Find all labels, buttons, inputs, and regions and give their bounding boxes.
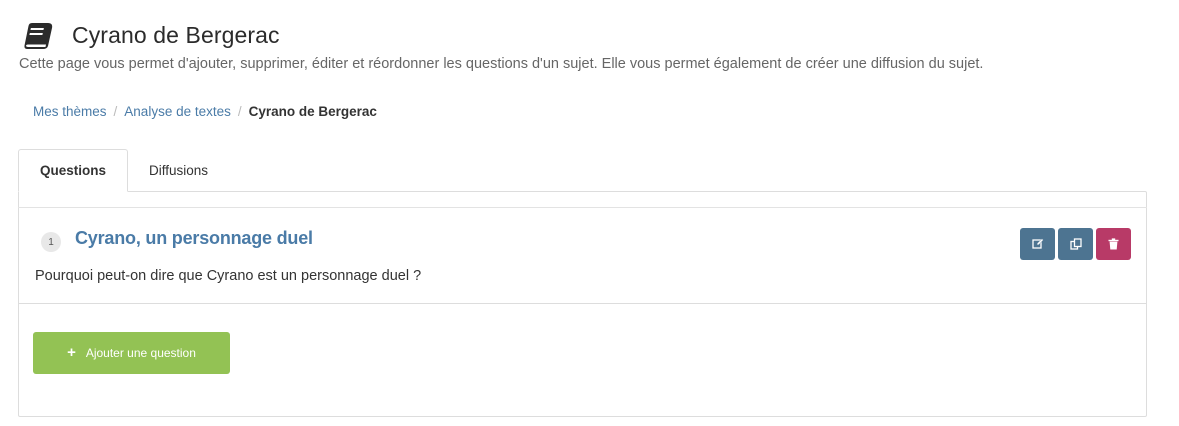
- tab-bar: Questions Diffusions: [18, 149, 229, 192]
- breadcrumb-current: Cyrano de Bergerac: [248, 104, 377, 119]
- page-header: Cyrano de Bergerac: [22, 18, 280, 52]
- delete-question-button[interactable]: [1096, 228, 1131, 260]
- breadcrumb-separator: /: [237, 104, 242, 119]
- tab-questions[interactable]: Questions: [18, 149, 129, 192]
- page-subtitle: Cette page vous permet d'ajouter, suppri…: [19, 56, 984, 72]
- tab-diffusions[interactable]: Diffusions: [128, 149, 229, 192]
- duplicate-question-button[interactable]: [1058, 228, 1093, 260]
- edit-question-button[interactable]: [1020, 228, 1055, 260]
- book-icon: [24, 23, 53, 49]
- breadcrumb-link-mes-themes[interactable]: Mes thèmes: [33, 104, 107, 119]
- question-item: 1 Cyrano, un personnage duel Pourquoi pe…: [18, 207, 1147, 304]
- copy-icon: [1069, 238, 1082, 250]
- page-title: Cyrano de Bergerac: [72, 21, 280, 48]
- add-question-button[interactable]: + Ajouter une question: [33, 332, 230, 374]
- question-number: 1: [41, 232, 61, 252]
- breadcrumb-separator: /: [113, 104, 118, 119]
- questions-panel: 1 Cyrano, un personnage duel Pourquoi pe…: [18, 191, 1147, 417]
- question-title[interactable]: Cyrano, un personnage duel: [75, 228, 313, 249]
- question-actions: [1020, 228, 1131, 260]
- add-question-label: Ajouter une question: [85, 346, 196, 360]
- plus-icon: +: [67, 343, 76, 361]
- question-text: Pourquoi peut-on dire que Cyrano est un …: [35, 268, 422, 284]
- breadcrumb-link-analyse-de-textes[interactable]: Analyse de textes: [124, 104, 231, 119]
- edit-icon: [1031, 238, 1044, 249]
- trash-icon: [1108, 238, 1119, 250]
- breadcrumb: Mes thèmes / Analyse de textes / Cyrano …: [33, 104, 377, 119]
